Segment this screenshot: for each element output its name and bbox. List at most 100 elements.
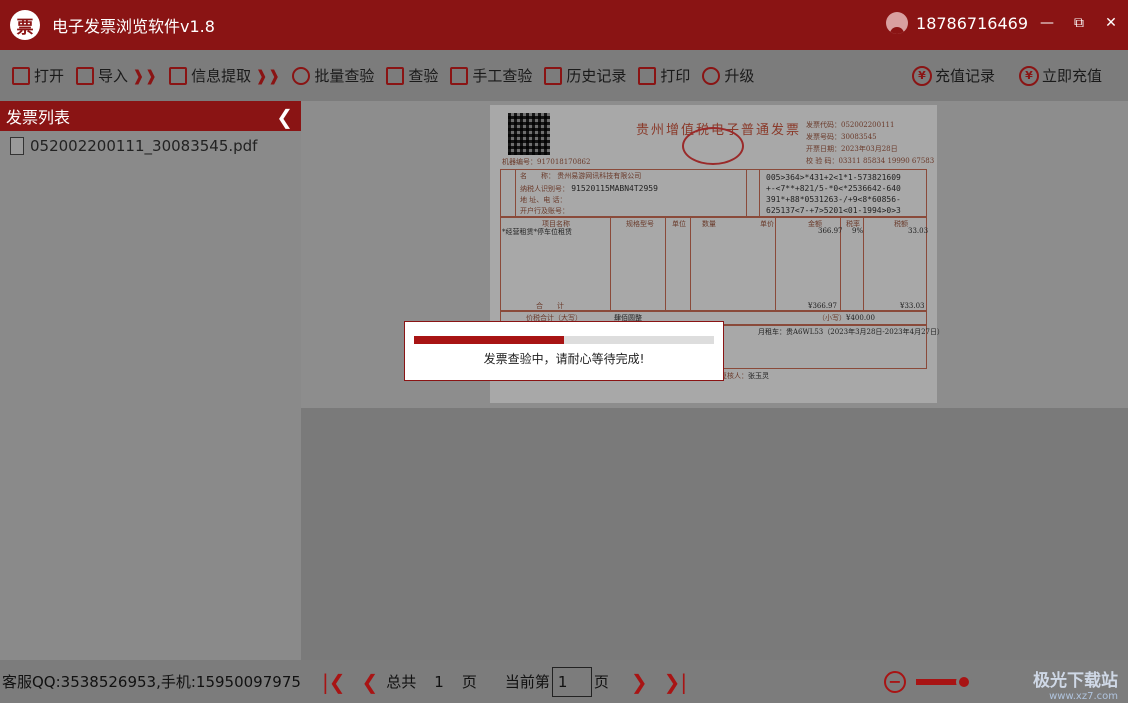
- buyer-tax-id: 纳税人识别号： 91520115MABN4T2959: [520, 184, 658, 193]
- open-file-icon: [12, 66, 30, 85]
- app-logo-icon: 票: [10, 10, 40, 40]
- zoom-out-icon[interactable]: −: [884, 670, 906, 693]
- manual-verify-label: 手工查验: [472, 67, 533, 85]
- app-title: 电子发票浏览软件v1.8: [52, 17, 215, 36]
- site-watermark: 极光下载站 www.xz7.com: [1033, 671, 1118, 702]
- buyer-bank: 开户行及账号：: [520, 207, 569, 215]
- import-label: 导入: [98, 67, 129, 85]
- user-avatar-icon: [886, 12, 909, 34]
- list-item[interactable]: 052002200111_30083545.pdf: [0, 131, 301, 161]
- open-button[interactable]: 打开: [12, 65, 64, 86]
- progress-bar: [414, 336, 714, 344]
- history-icon: [544, 66, 563, 85]
- extract-info-button[interactable]: 信息提取 ❱❱: [169, 65, 280, 86]
- upgrade-icon: [702, 66, 721, 85]
- invoice-list-header: 发票列表 ❮: [0, 101, 301, 131]
- zoom-control: −: [884, 660, 972, 703]
- qr-code: [508, 113, 550, 155]
- official-seal: [682, 127, 744, 165]
- current-unit: 页: [593, 673, 609, 691]
- current-label: 当前第: [504, 673, 550, 691]
- upgrade-label: 升级: [724, 67, 755, 85]
- history-button[interactable]: 历史记录: [544, 65, 626, 86]
- next-page-icon[interactable]: ❯: [631, 670, 648, 694]
- manual-verify-button[interactable]: 手工查验: [450, 65, 532, 86]
- current-page-input[interactable]: 1: [551, 666, 592, 697]
- items-divider: [610, 217, 666, 311]
- pagination: |❮ ❮ 总共 1 页 当前第 1 页 ❯ ❯|: [314, 660, 695, 703]
- item-tax: 33.03: [908, 227, 929, 235]
- yen-icon: ¥: [911, 65, 932, 86]
- status-bar: 客服QQ:3538526953,手机:15950097975 |❮ ❮ 总共 1…: [0, 660, 1128, 703]
- invoice-list-panel: 发票列表 ❮ 052002200111_30083545.pdf: [0, 101, 301, 660]
- support-contact: 客服QQ:3538526953,手机:15950097975: [2, 673, 301, 691]
- zoom-slider[interactable]: [916, 673, 972, 690]
- print-button[interactable]: 打印: [638, 65, 690, 86]
- cipher-area: 005>364>*431+2<1*1-573821609 +-<7**+821/…: [766, 173, 901, 215]
- toolbar: 打开 导入 ❱❱ 信息提取 ❱❱ 批量查验 查验 手工查验 历史记录 打印 升级…: [0, 50, 1128, 101]
- minimize-icon[interactable]: —: [1038, 14, 1056, 32]
- batch-verify-label: 批量查验: [314, 67, 375, 85]
- total-tax: ¥33.03: [900, 302, 925, 310]
- reviewer: 复核人：张玉灵: [720, 372, 769, 380]
- col-spec: 规格型号: [626, 220, 654, 228]
- title-bar: 票 电子发票浏览软件v1.8 18786716469 — ⧉ ✕: [0, 0, 1128, 50]
- machine-number: 机器编号：917018170862: [502, 158, 591, 166]
- user-account[interactable]: 18786716469: [886, 12, 1028, 34]
- printer-icon: [638, 66, 657, 85]
- recharge-now-label: 立即充值: [1041, 67, 1102, 85]
- invoice-list-title: 发票列表: [6, 108, 71, 127]
- collapse-panel-icon[interactable]: ❮: [276, 105, 293, 129]
- import-button[interactable]: 导入 ❱❱: [76, 65, 157, 86]
- close-icon[interactable]: ✕: [1102, 14, 1120, 32]
- print-label: 打印: [660, 67, 691, 85]
- flow-arrow-icon: ❱❱: [132, 66, 158, 85]
- buyer-name: 名 称： 贵州易游网讯科技有限公司: [520, 172, 642, 180]
- total-unit: 页: [461, 673, 477, 691]
- verify-button[interactable]: 查验: [386, 65, 438, 86]
- col-unit: 单位: [672, 220, 686, 228]
- items-divider: [690, 217, 776, 311]
- pdf-file-icon: [10, 137, 24, 155]
- col-price: 单价: [760, 220, 774, 228]
- invoice-meta: 发票代码：052002200111 发票号码：30083545 开票日期：202…: [806, 121, 935, 165]
- total-amount: ¥366.97: [808, 302, 837, 310]
- zoom-slider-thumb[interactable]: [956, 673, 972, 690]
- total-pages: 1: [434, 672, 444, 691]
- progress-fill: [414, 336, 564, 344]
- recharge-now-button[interactable]: ¥ 立即充值: [1018, 65, 1102, 86]
- batch-search-icon: [292, 66, 311, 85]
- import-icon: [76, 66, 95, 85]
- history-label: 历史记录: [566, 67, 627, 85]
- restore-icon[interactable]: ⧉: [1070, 14, 1088, 32]
- verify-label: 查验: [408, 67, 439, 85]
- remark: 月租车：贵A6WL53（2023年3月28日-2023年4月27日）: [758, 328, 944, 336]
- yen-icon: ¥: [1018, 65, 1039, 86]
- total-label: 总共: [386, 673, 417, 691]
- last-page-icon[interactable]: ❯|: [664, 670, 688, 694]
- item-tax-rate: 9%: [852, 227, 864, 235]
- batch-verify-button[interactable]: 批量查验: [292, 65, 374, 86]
- cipher-side: [746, 169, 760, 217]
- file-name: 052002200111_30083545.pdf: [30, 137, 258, 155]
- upgrade-button[interactable]: 升级: [702, 65, 754, 86]
- window-controls: — ⧉ ✕: [1038, 14, 1120, 32]
- manual-verify-icon: [450, 66, 469, 85]
- recharge-history-label: 充值记录: [934, 67, 995, 85]
- total-label: 合 计: [536, 302, 564, 310]
- prev-page-icon[interactable]: ❮: [362, 670, 379, 694]
- item-amount: 366.97: [818, 227, 843, 235]
- verify-progress-dialog: 发票查验中，请耐心等待完成!: [404, 321, 724, 381]
- extract-info-icon: [169, 66, 188, 85]
- verify-icon: [386, 66, 405, 85]
- item-name: *经营租赁*停车位租赁: [502, 228, 572, 236]
- buyer-address: 地 址、电 话：: [520, 196, 567, 204]
- user-phone: 18786716469: [916, 13, 1028, 33]
- col-tax: 税额: [894, 220, 908, 228]
- col-qty: 数量: [702, 220, 716, 228]
- first-page-icon[interactable]: |❮: [322, 670, 346, 694]
- recharge-history-button[interactable]: ¥ 充值记录: [911, 65, 995, 86]
- toolbar-right: ¥ 充值记录 ¥ 立即充值: [900, 50, 1102, 101]
- progress-message: 发票查验中，请耐心等待完成!: [483, 352, 645, 366]
- grand-total-small: （小写）¥400.00: [818, 314, 875, 322]
